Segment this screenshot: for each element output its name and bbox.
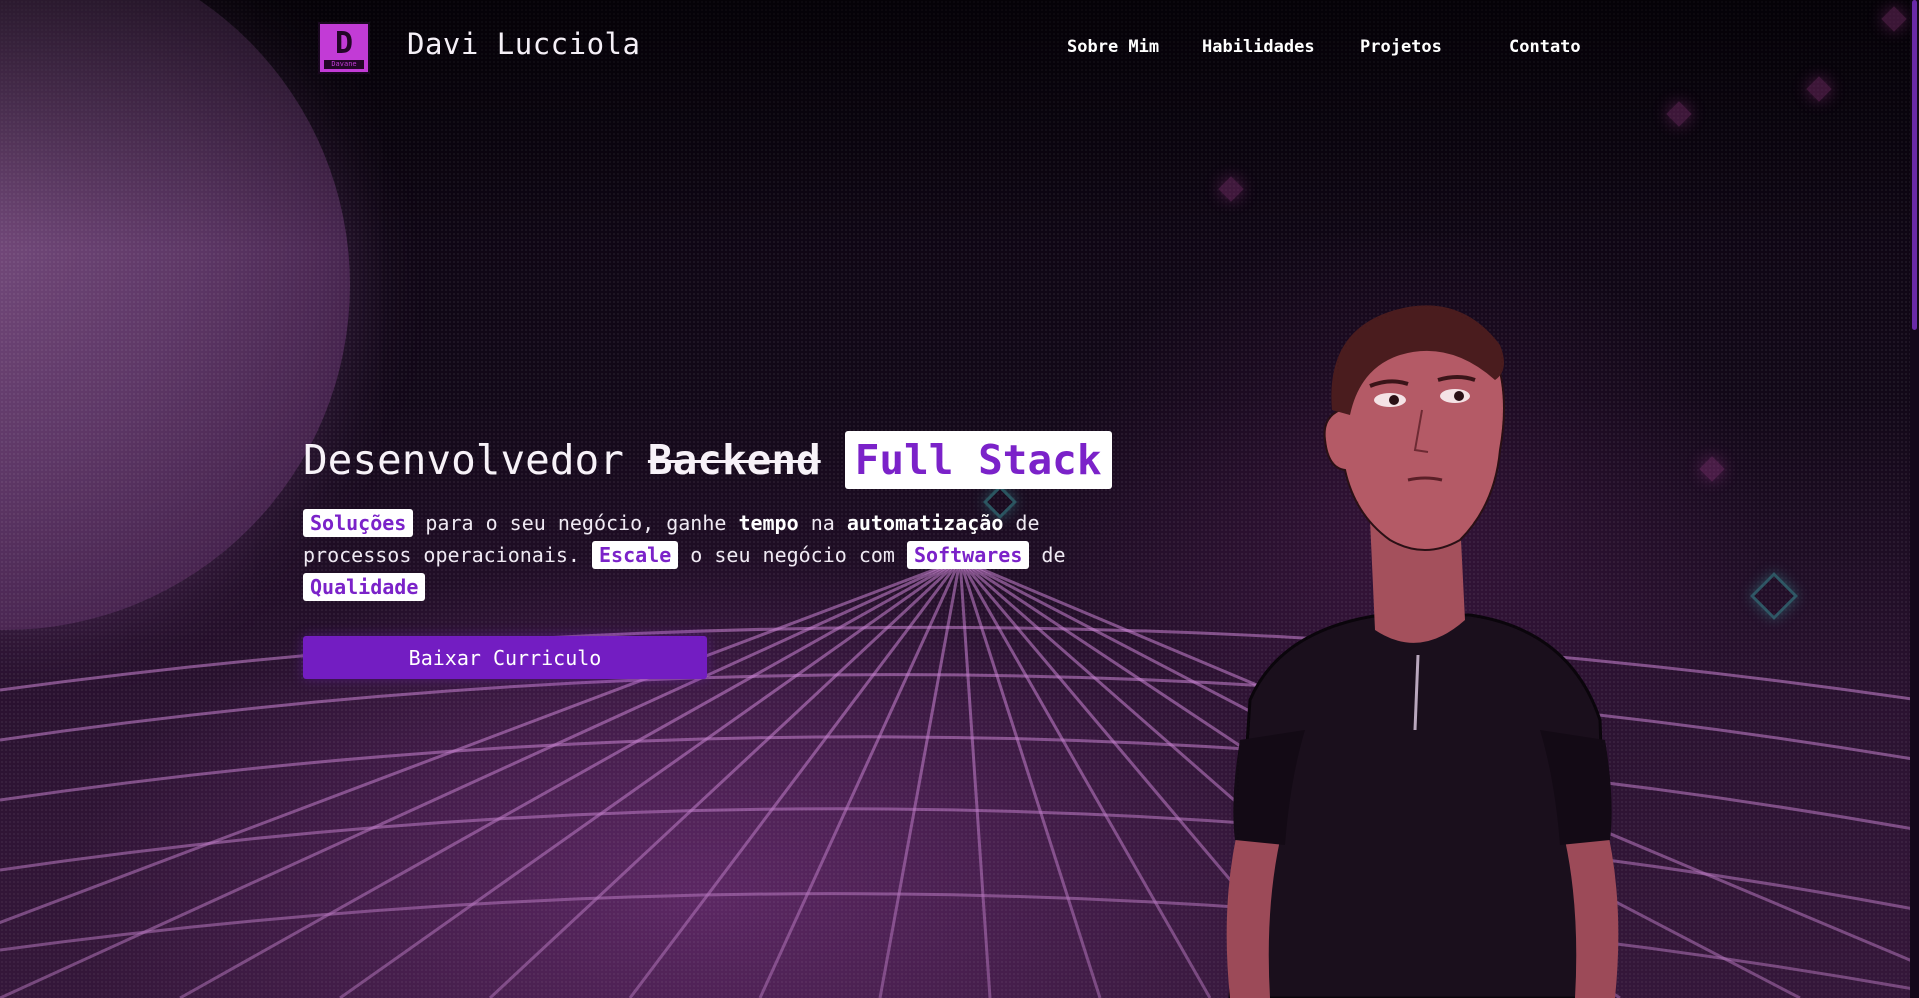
download-resume-button[interactable]: Baixar Curriculo [303, 636, 707, 679]
hero-text-segment: para o seu negócio, ganhe [413, 511, 739, 535]
nav-link-projetos[interactable]: Projetos [1360, 36, 1442, 58]
nav-link-contato[interactable]: Contato [1509, 36, 1581, 58]
chip-softwares: Softwares [907, 541, 1030, 569]
hero-text-segment: de [1029, 543, 1066, 567]
page: D Davane Davi Lucciola Sobre Mim Habilid… [0, 0, 1919, 998]
chip-solucoes: Soluções [303, 509, 414, 537]
hero-title-struck: Backend [647, 436, 821, 484]
chip-qualidade: Qualidade [303, 573, 426, 601]
nav-link-habilidades[interactable]: Habilidades [1202, 36, 1315, 58]
scrollbar-thumb[interactable] [1912, 0, 1917, 330]
logo-subtext: Davane [324, 60, 364, 69]
character-illustration [1226, 305, 1619, 998]
site-header: D Davane Davi Lucciola Sobre Mim Habilid… [0, 0, 1919, 90]
davane-logo-icon[interactable]: D Davane [318, 22, 370, 74]
hero-text-segment: o seu negócio com [678, 543, 908, 567]
hero-title: Desenvolvedor Backend Full Stack [303, 430, 1112, 490]
chip-escale: Escale [591, 541, 679, 569]
page-scrollbar[interactable] [1910, 0, 1919, 998]
nav-link-sobre-mim[interactable]: Sobre Mim [1067, 36, 1159, 58]
vignette-overlay [0, 0, 1919, 998]
hero-title-highlight: Full Stack [844, 431, 1112, 489]
hero-text-segment: na [798, 511, 847, 535]
logo-letter: D [334, 26, 354, 61]
hero-text-bold-automatizacao: automatização [846, 511, 1004, 535]
hero-description: Soluções para o seu negócio, ganhe tempo… [303, 507, 1103, 603]
hero-title-word: Desenvolvedor [303, 436, 624, 484]
brand-name: Davi Lucciola [407, 27, 641, 61]
hero-text-bold-tempo: tempo [738, 511, 799, 535]
